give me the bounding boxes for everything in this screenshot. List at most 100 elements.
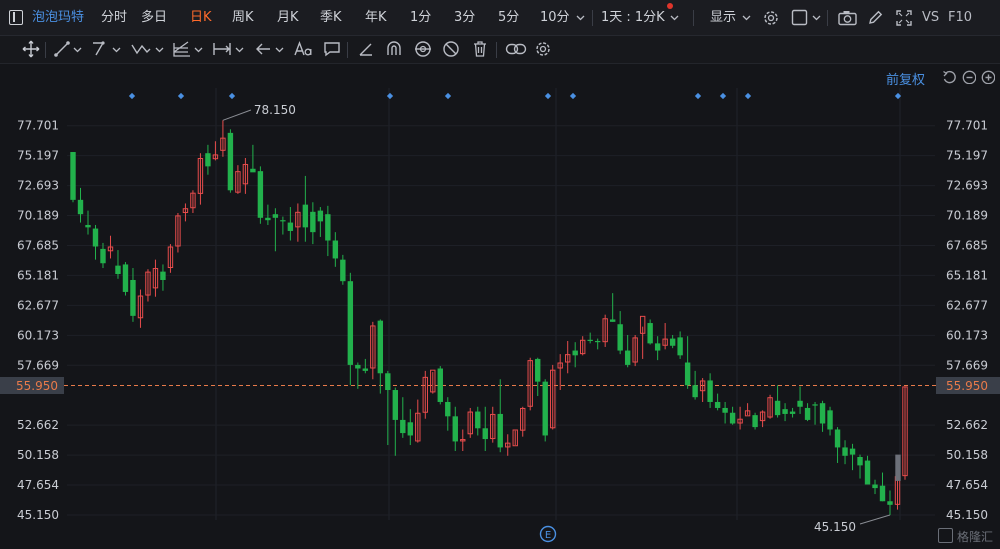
candle bbox=[152, 259, 159, 297]
candle bbox=[864, 455, 871, 485]
pen-icon[interactable] bbox=[867, 9, 884, 26]
candle-extended bbox=[895, 454, 901, 481]
candle bbox=[227, 129, 234, 193]
chart-grid bbox=[67, 88, 935, 520]
fib-tool-icon[interactable] bbox=[172, 40, 192, 60]
period-tab-10min[interactable]: 10分 bbox=[540, 9, 570, 27]
period-tab-1min[interactable]: 1分 bbox=[410, 9, 431, 27]
candle bbox=[624, 335, 631, 368]
period-tab-timeshare[interactable]: 分时 bbox=[101, 9, 127, 27]
chevron-down-icon[interactable] bbox=[742, 15, 751, 21]
chevron-down-icon[interactable] bbox=[670, 15, 679, 21]
magnet-icon[interactable] bbox=[385, 40, 403, 60]
y-tick-label-right: 60.173 bbox=[946, 328, 988, 342]
candle bbox=[782, 403, 788, 422]
candle bbox=[684, 336, 691, 389]
chevron-down-icon[interactable] bbox=[812, 15, 821, 21]
y-tick-label-left: 75.197 bbox=[17, 149, 59, 163]
candle bbox=[92, 224, 99, 260]
candle bbox=[857, 454, 863, 479]
candle bbox=[902, 386, 908, 480]
candle bbox=[437, 366, 443, 405]
comment-icon[interactable] bbox=[323, 40, 341, 60]
event-diamond bbox=[694, 92, 702, 100]
candle bbox=[812, 401, 818, 425]
candle bbox=[167, 244, 174, 273]
camera-icon[interactable] bbox=[838, 10, 857, 26]
line-tool-icon[interactable] bbox=[53, 40, 71, 60]
link-icon[interactable] bbox=[505, 40, 527, 60]
path-tool-icon[interactable] bbox=[91, 40, 109, 60]
candle bbox=[699, 378, 706, 402]
trash-icon[interactable] bbox=[471, 40, 489, 60]
period-tab-5min[interactable]: 5分 bbox=[498, 9, 519, 27]
arrow-tool-icon[interactable] bbox=[254, 40, 272, 60]
vs-button[interactable]: VS bbox=[922, 9, 939, 27]
candle bbox=[257, 166, 264, 224]
display-menu[interactable]: 显示 bbox=[710, 9, 736, 27]
checkbox-icon[interactable] bbox=[791, 9, 808, 26]
candle bbox=[804, 403, 811, 422]
y-tick-label-right: 57.669 bbox=[946, 358, 988, 372]
candle bbox=[122, 262, 129, 296]
candle bbox=[572, 342, 578, 368]
y-tick-label-right: 70.189 bbox=[946, 209, 988, 223]
earnings-event-marker[interactable]: E bbox=[539, 525, 557, 543]
y-tick-label-right: 75.197 bbox=[946, 149, 988, 163]
period-tab-3min[interactable]: 3分 bbox=[454, 9, 475, 27]
candle bbox=[460, 429, 466, 452]
candle bbox=[647, 319, 653, 345]
hide-icon[interactable] bbox=[442, 40, 460, 60]
candle bbox=[617, 311, 623, 355]
f10-button[interactable]: F10 bbox=[948, 9, 972, 27]
candle bbox=[834, 427, 841, 463]
candle bbox=[565, 340, 571, 374]
candle bbox=[280, 216, 286, 235]
wave-tool-icon[interactable] bbox=[130, 40, 152, 60]
fullscreen-icon[interactable] bbox=[895, 9, 913, 27]
y-tick-label-left: 47.654 bbox=[17, 478, 59, 492]
candle bbox=[272, 208, 279, 252]
event-diamond bbox=[719, 92, 727, 100]
candle bbox=[797, 386, 803, 414]
chevron-down-icon[interactable] bbox=[576, 15, 585, 21]
period-tab-monthly[interactable]: 月K bbox=[277, 9, 299, 27]
candle bbox=[609, 293, 616, 322]
candle bbox=[377, 319, 384, 394]
y-tick-label-right: 67.685 bbox=[946, 238, 988, 252]
angle-icon[interactable] bbox=[357, 40, 375, 60]
period-tab-daily[interactable]: 日K bbox=[190, 9, 212, 27]
candle bbox=[849, 443, 856, 471]
settings-gear-icon[interactable] bbox=[762, 9, 780, 27]
eye-icon[interactable] bbox=[413, 40, 433, 60]
candlestick-chart[interactable]: 78.150 45.150 77.701 75.197 72.693 70.189 67… bbox=[0, 64, 1000, 549]
event-diamond bbox=[744, 92, 752, 100]
event-marker-letter: E bbox=[545, 530, 551, 541]
candle bbox=[587, 332, 593, 344]
divider bbox=[496, 42, 497, 58]
candle bbox=[482, 406, 488, 452]
text-tool-icon[interactable] bbox=[293, 40, 313, 60]
event-diamond bbox=[569, 92, 577, 100]
symbol-name[interactable]: 泡泡玛特 bbox=[32, 9, 84, 27]
symbol-icon[interactable] bbox=[9, 10, 23, 25]
y-tick-label-left: 50.158 bbox=[17, 448, 59, 462]
candle bbox=[347, 272, 354, 386]
y-tick-label-left: 45.150 bbox=[17, 508, 59, 522]
y-tick-label-right: 45.150 bbox=[946, 508, 988, 522]
low-annotation-line bbox=[859, 514, 891, 525]
period-tab-yearly[interactable]: 年K bbox=[365, 9, 387, 27]
gear-icon[interactable] bbox=[534, 40, 552, 60]
crosshair-move-icon[interactable] bbox=[22, 40, 40, 60]
candle bbox=[872, 479, 878, 495]
period-tab-quarterly[interactable]: 季K bbox=[320, 9, 342, 27]
period-tab-multiday[interactable]: 多日 bbox=[141, 9, 167, 27]
multi-period-select[interactable]: 1天 : 1分K bbox=[601, 9, 665, 27]
y-tick-label-right: 47.654 bbox=[946, 478, 988, 492]
divider bbox=[45, 42, 46, 58]
period-tab-weekly[interactable]: 周K bbox=[232, 9, 254, 27]
y-tick-label-left: 72.693 bbox=[17, 179, 59, 193]
candle bbox=[100, 242, 106, 269]
measure-tool-icon[interactable] bbox=[212, 40, 232, 60]
current-price-text: 55.950 bbox=[946, 379, 988, 393]
